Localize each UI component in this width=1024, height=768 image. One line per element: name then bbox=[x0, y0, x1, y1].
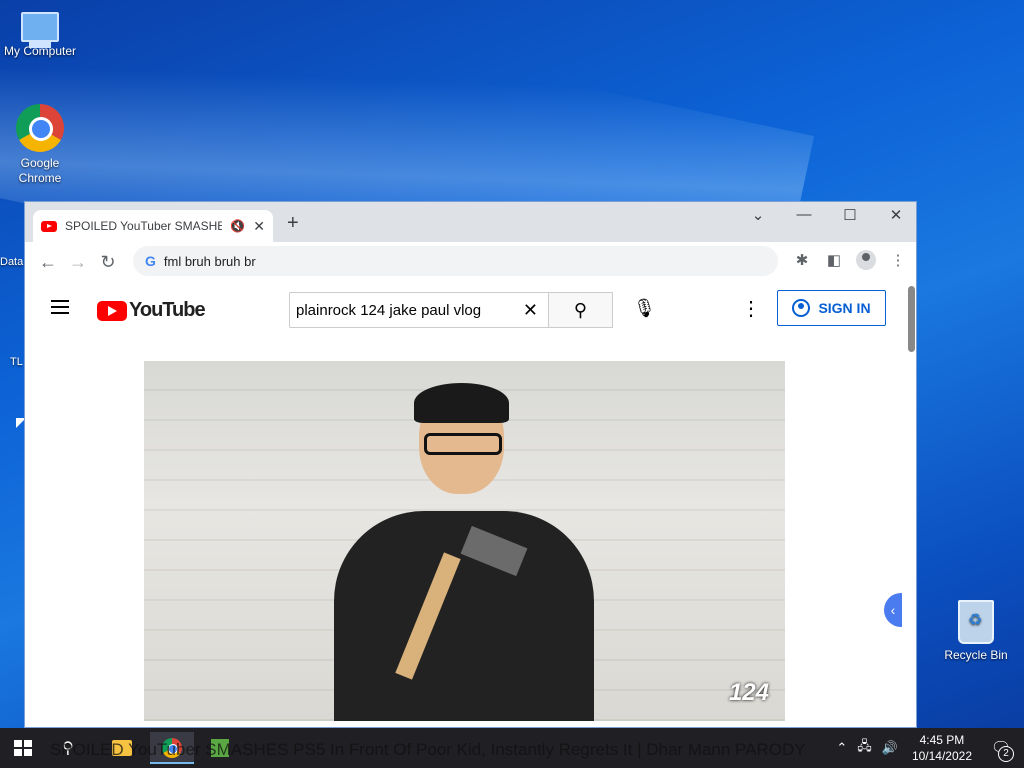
sign-in-button[interactable]: SIGN IN bbox=[777, 290, 886, 326]
desktop-icon-label: Google Chrome bbox=[18, 156, 62, 185]
side-panel-toggle-chevron-left-icon[interactable]: ‹ bbox=[884, 593, 902, 627]
clear-search-icon[interactable]: ✕ bbox=[523, 300, 538, 321]
chrome-icon bbox=[16, 104, 64, 152]
desktop-icon-label: Data bbox=[0, 256, 24, 268]
close-window-button[interactable]: ✕ bbox=[873, 206, 916, 224]
desktop-icon-partial-data[interactable]: Data bbox=[0, 256, 23, 268]
youtube-page: YouTube plainrock 124 jake paul vlog ✕ ⚲… bbox=[25, 282, 905, 727]
youtube-wordmark: YouTube bbox=[129, 299, 206, 321]
browser-menu-icon[interactable]: ⋮ bbox=[888, 251, 908, 269]
search-query-text: plainrock 124 jake paul vlog bbox=[296, 301, 482, 319]
profile-avatar-icon[interactable] bbox=[856, 250, 876, 270]
desktop-icon-label: Recycle Bin bbox=[944, 648, 1008, 662]
video-person-hair bbox=[414, 383, 509, 423]
hamburger-menu-icon[interactable] bbox=[51, 300, 69, 314]
volume-icon[interactable]: 🔊 bbox=[882, 740, 898, 756]
chevron-up-icon[interactable]: ⌃ bbox=[836, 740, 847, 756]
tab-title: SPOILED YouTuber SMASHES bbox=[65, 219, 223, 233]
notification-count: 2 bbox=[998, 746, 1014, 762]
extensions-puzzle-icon[interactable]: ✱ bbox=[792, 251, 812, 269]
address-bar-text: fml bruh bruh br bbox=[163, 253, 256, 269]
computer-icon bbox=[21, 12, 59, 48]
address-bar[interactable]: G fml bruh bruh br bbox=[133, 246, 778, 276]
microphone-icon[interactable]: 🎙 bbox=[633, 298, 656, 319]
close-tab-icon[interactable]: ✕ bbox=[253, 218, 265, 235]
maximize-button[interactable]: ☐ bbox=[827, 206, 873, 224]
back-button[interactable]: ← bbox=[33, 252, 63, 273]
clock-time: 4:45 PM bbox=[919, 733, 965, 747]
google-icon: G bbox=[145, 253, 156, 269]
clock-date: 10/14/2022 bbox=[911, 749, 972, 763]
forward-button[interactable]: → bbox=[63, 252, 93, 273]
scrollbar-thumb[interactable] bbox=[908, 286, 915, 352]
search-icon: ⚲ bbox=[573, 300, 588, 320]
search-input[interactable]: plainrock 124 jake paul vlog ✕ bbox=[289, 292, 549, 328]
network-icon[interactable]: 🖧 bbox=[857, 737, 872, 759]
toolbar-actions: ✱ ◧ ⋮ bbox=[792, 250, 908, 270]
minimize-button[interactable]: — bbox=[781, 206, 827, 223]
clock[interactable]: 4:45 PM 10/14/2022 bbox=[912, 732, 972, 764]
video-player[interactable]: 124 bbox=[144, 361, 785, 721]
youtube-play-icon bbox=[97, 300, 127, 321]
video-title-overlay: SPOILED YouTuber SMASHES PS5 In Front Of… bbox=[50, 740, 806, 759]
new-tab-button[interactable]: + bbox=[287, 212, 299, 235]
recycle-bin-icon bbox=[958, 600, 994, 644]
desktop-icon-label: TL bbox=[10, 356, 23, 368]
browser-toolbar: ← → ↻ G fml bruh bruh br ✱ ◧ ⋮ bbox=[25, 242, 916, 283]
desktop-icon-partial-tl[interactable]: TL bbox=[10, 356, 23, 368]
search-button[interactable]: ⚲ bbox=[549, 292, 613, 328]
desktop-icon-my-computer[interactable]: My Computer bbox=[0, 8, 80, 59]
more-options-icon[interactable]: ⋮ bbox=[741, 296, 761, 321]
youtube-favicon-icon bbox=[41, 220, 57, 232]
video-person-glasses bbox=[424, 433, 502, 455]
sign-in-label: SIGN IN bbox=[818, 300, 871, 316]
youtube-header: YouTube plainrock 124 jake paul vlog ✕ ⚲… bbox=[25, 282, 905, 338]
chrome-window: SPOILED YouTuber SMASHES 🔇 ✕ + ⌄ — ☐ ✕ ←… bbox=[24, 201, 917, 728]
taskbar: ⚲ SPOILED YouTuber SMASHES PS5 In Front … bbox=[0, 728, 1024, 768]
desktop-icon-google-chrome[interactable]: Google Chrome bbox=[0, 104, 80, 186]
desktop-icon-recycle-bin[interactable]: Recycle Bin bbox=[936, 600, 1016, 663]
account-icon bbox=[792, 299, 811, 317]
mute-tab-icon[interactable]: 🔇 bbox=[230, 219, 245, 233]
video-watermark: 124 bbox=[728, 679, 769, 706]
side-panel-icon[interactable]: ◧ bbox=[824, 251, 844, 269]
youtube-logo[interactable]: YouTube bbox=[97, 299, 206, 322]
browser-tab-active[interactable]: SPOILED YouTuber SMASHES 🔇 ✕ bbox=[33, 210, 273, 242]
chevron-down-icon[interactable]: ⌄ bbox=[735, 206, 781, 224]
system-tray: ⌃ 🖧 🔊 4:45 PM 10/14/2022 🗨 2 bbox=[836, 728, 1024, 768]
title-bar: SPOILED YouTuber SMASHES 🔇 ✕ + ⌄ — ☐ ✕ bbox=[25, 202, 916, 242]
action-center-icon[interactable]: 🗨 2 bbox=[986, 738, 1016, 762]
page-scrollbar[interactable] bbox=[905, 282, 916, 727]
windows-start-icon[interactable] bbox=[14, 740, 32, 756]
reload-button[interactable]: ↻ bbox=[93, 252, 123, 273]
